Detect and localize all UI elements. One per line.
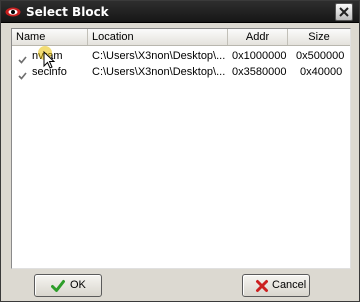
cancel-button[interactable]: Cancel — [242, 274, 310, 297]
list-header: Name Location Addr Size — [12, 29, 350, 46]
row-size: 0x40000 — [300, 66, 343, 78]
column-header-size[interactable]: Size — [288, 29, 350, 45]
row-location: C:\Users\X3non\Desktop\... — [92, 50, 226, 62]
ok-button-label: OK — [70, 279, 86, 291]
cancel-button-label: Cancel — [272, 279, 307, 291]
checkmark-icon[interactable] — [18, 69, 27, 80]
row-location: C:\Users\X3non\Desktop\... — [92, 66, 226, 78]
ok-button[interactable]: OK — [34, 274, 102, 297]
block-list[interactable]: Name Location Addr Size nvram C:\Users\X… — [11, 28, 351, 269]
table-row[interactable]: nvram C:\Users\X3non\Desktop\... 0x10000… — [12, 48, 350, 65]
checkmark-icon[interactable] — [18, 53, 27, 64]
red-eye-icon — [5, 6, 21, 18]
row-addr: 0x1000000 — [232, 50, 287, 62]
column-header-addr[interactable]: Addr — [228, 29, 288, 45]
green-checkmark-icon — [51, 279, 65, 293]
select-block-dialog: Select Block Name Location Addr Size nvr… — [0, 0, 360, 302]
row-addr: 0x3580000 — [232, 66, 287, 78]
red-x-icon — [255, 279, 269, 293]
column-header-name[interactable]: Name — [12, 29, 88, 45]
mouse-cursor-icon — [37, 45, 57, 71]
table-row[interactable]: secinfo C:\Users\X3non\Desktop\... 0x358… — [12, 64, 350, 81]
dialog-title: Select Block — [26, 5, 109, 19]
title-bar[interactable]: Select Block — [1, 1, 359, 23]
close-icon — [339, 7, 349, 17]
close-button[interactable] — [335, 3, 353, 21]
column-header-location[interactable]: Location — [88, 29, 228, 45]
row-size: 0x500000 — [296, 50, 345, 62]
